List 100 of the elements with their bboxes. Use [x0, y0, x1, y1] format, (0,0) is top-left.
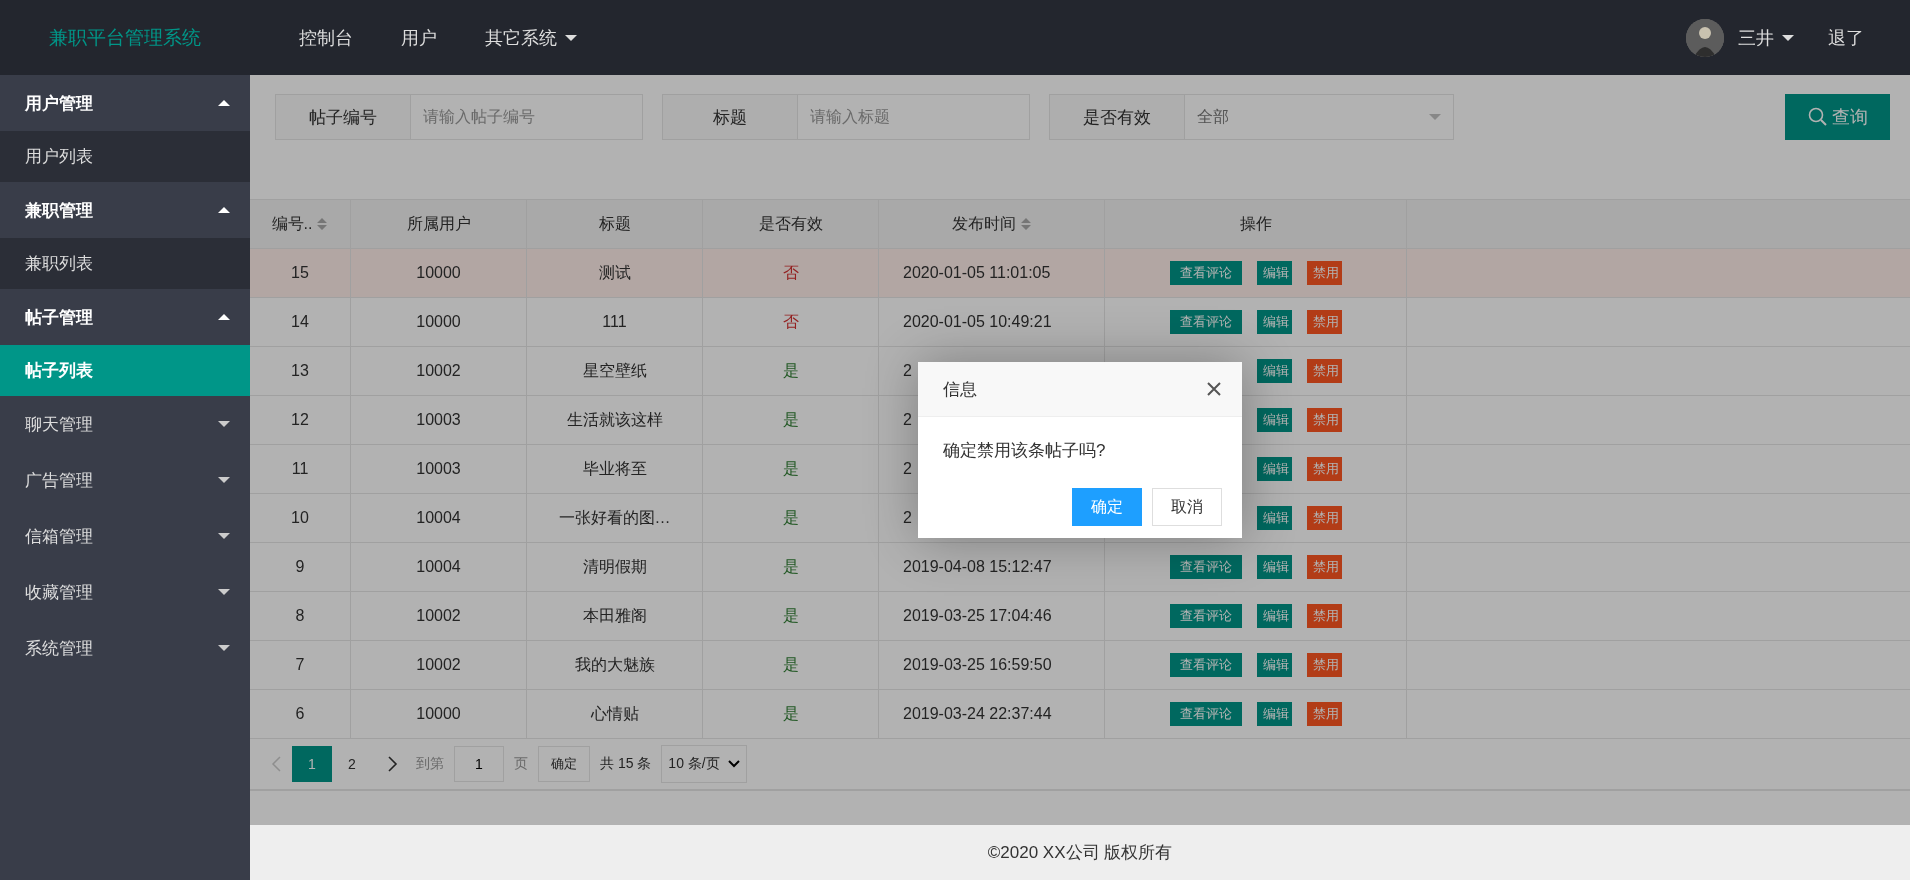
page-button[interactable]: 2	[332, 746, 372, 782]
status-text: 是	[782, 360, 799, 381]
table-cell: 2	[903, 411, 912, 429]
disable-button[interactable]: 禁用	[1306, 653, 1342, 677]
view-button[interactable]: 查看评论	[1169, 653, 1242, 677]
view-button[interactable]: 查看评论	[1169, 702, 1242, 726]
status-text: 否	[782, 311, 799, 332]
nav-link[interactable]: 控制台	[275, 25, 377, 50]
table-cell: 2019-03-24 22:37:44	[903, 705, 1052, 723]
page-unit: 页	[514, 755, 528, 773]
table-cell: 10002	[416, 656, 461, 674]
table-cell: 2019-03-25 16:59:50	[903, 656, 1052, 674]
nav-link[interactable]: 其它系统	[461, 25, 601, 50]
column-header[interactable]: 发布时间	[951, 213, 1016, 235]
column-header[interactable]: 编号..	[271, 213, 313, 235]
go-button[interactable]: 确定	[538, 746, 590, 782]
disable-button[interactable]: 禁用	[1306, 506, 1342, 530]
edit-button[interactable]: 编辑	[1256, 310, 1292, 334]
edit-button[interactable]: 编辑	[1256, 506, 1292, 530]
table-cell: 13	[291, 362, 309, 380]
total-count: 共 15 条	[600, 755, 652, 773]
sidebar-item[interactable]: 用户列表	[0, 131, 250, 182]
edit-button[interactable]: 编辑	[1256, 653, 1292, 677]
sidebar-group[interactable]: 聊天管理	[0, 396, 250, 452]
table-cell-text: 星空壁纸	[582, 360, 647, 381]
search-field[interactable]: 请输入标题	[798, 94, 1030, 140]
view-button[interactable]: 查看评论	[1169, 555, 1242, 579]
sidebar-item[interactable]: 兼职列表	[0, 238, 250, 289]
column-header: 标题	[598, 213, 631, 234]
table-cell-text: 毕业将至	[582, 458, 647, 479]
avatar[interactable]	[1686, 18, 1724, 57]
edit-button[interactable]: 编辑	[1256, 359, 1292, 383]
status-text: 是	[782, 458, 799, 479]
page-button[interactable]: 1	[292, 746, 332, 782]
table-cell-text: 测试	[598, 262, 631, 283]
status-text: 否	[782, 262, 799, 283]
field-label: 帖子编号	[275, 94, 411, 140]
sidebar-group[interactable]: 帖子管理	[0, 289, 250, 345]
sidebar-group[interactable]: 收藏管理	[0, 564, 250, 620]
search-button[interactable]: 查询	[1785, 94, 1890, 140]
user-menu[interactable]: 三井	[1738, 25, 1794, 50]
disable-button[interactable]: 禁用	[1306, 310, 1342, 334]
goto-label: 到第	[416, 755, 444, 773]
dialog-title: 信息	[943, 378, 977, 401]
table-cell: 10002	[416, 362, 461, 380]
table-cell-text: 一张好看的图…	[558, 507, 671, 528]
page-input[interactable]: 1	[454, 746, 504, 782]
sidebar-group[interactable]: 用户管理	[0, 75, 250, 131]
view-button[interactable]: 查看评论	[1169, 261, 1242, 285]
table-cell: 10	[291, 509, 309, 527]
sidebar-item[interactable]: 帖子列表	[0, 345, 250, 396]
disable-button[interactable]: 禁用	[1306, 261, 1342, 285]
table-cell-text: 本田雅阁	[582, 605, 647, 626]
sidebar-group[interactable]: 广告管理	[0, 452, 250, 508]
table-cell: 10000	[416, 264, 461, 282]
close-icon[interactable]	[1206, 381, 1222, 397]
disable-button[interactable]: 禁用	[1306, 408, 1342, 432]
status-text: 是	[782, 654, 799, 675]
table-cell: 10004	[416, 558, 461, 576]
table-cell: 10003	[416, 460, 461, 478]
edit-button[interactable]: 编辑	[1256, 408, 1292, 432]
table-cell: 10000	[416, 313, 461, 331]
nav-link[interactable]: 用户	[377, 25, 461, 50]
table-cell: 9	[295, 558, 305, 576]
disable-button[interactable]: 禁用	[1306, 359, 1342, 383]
page-size-select[interactable]: 10 条/页	[661, 745, 747, 783]
edit-button[interactable]: 编辑	[1256, 457, 1292, 481]
logout-link[interactable]: 退了	[1828, 25, 1864, 50]
field-label: 标题	[662, 94, 798, 140]
search-field[interactable]: 请输入帖子编号	[411, 94, 643, 140]
disable-button[interactable]: 禁用	[1306, 555, 1342, 579]
table-cell: 15	[291, 264, 309, 282]
column-header: 是否有效	[758, 213, 823, 234]
edit-button[interactable]: 编辑	[1256, 702, 1292, 726]
sidebar-group[interactable]: 系统管理	[0, 620, 250, 676]
caret-icon	[1429, 114, 1441, 120]
sort-icon[interactable]	[316, 217, 329, 231]
edit-button[interactable]: 编辑	[1256, 261, 1292, 285]
disable-button[interactable]: 禁用	[1306, 457, 1342, 481]
table-cell: 2019-03-25 17:04:46	[903, 607, 1052, 625]
status-text: 是	[782, 409, 799, 430]
status-select[interactable]: 全部	[1185, 94, 1454, 140]
table-cell: 111	[602, 313, 627, 331]
cancel-button[interactable]: 取消	[1152, 488, 1222, 526]
sidebar-group[interactable]: 信箱管理	[0, 508, 250, 564]
dialog-message: 确定禁用该条帖子吗?	[942, 440, 1107, 462]
sidebar-group[interactable]: 兼职管理	[0, 182, 250, 238]
view-button[interactable]: 查看评论	[1169, 604, 1242, 628]
sort-icon[interactable]	[1019, 217, 1032, 231]
status-text: 是	[782, 605, 799, 626]
edit-button[interactable]: 编辑	[1256, 555, 1292, 579]
confirm-button[interactable]: 确定	[1072, 488, 1142, 526]
status-text: 是	[782, 556, 799, 577]
table-cell: 7	[295, 656, 305, 674]
field-label: 是否有效	[1049, 94, 1185, 140]
edit-button[interactable]: 编辑	[1256, 604, 1292, 628]
disable-button[interactable]: 禁用	[1306, 604, 1342, 628]
disable-button[interactable]: 禁用	[1306, 702, 1342, 726]
view-button[interactable]: 查看评论	[1169, 310, 1242, 334]
table-cell: 10002	[416, 607, 461, 625]
